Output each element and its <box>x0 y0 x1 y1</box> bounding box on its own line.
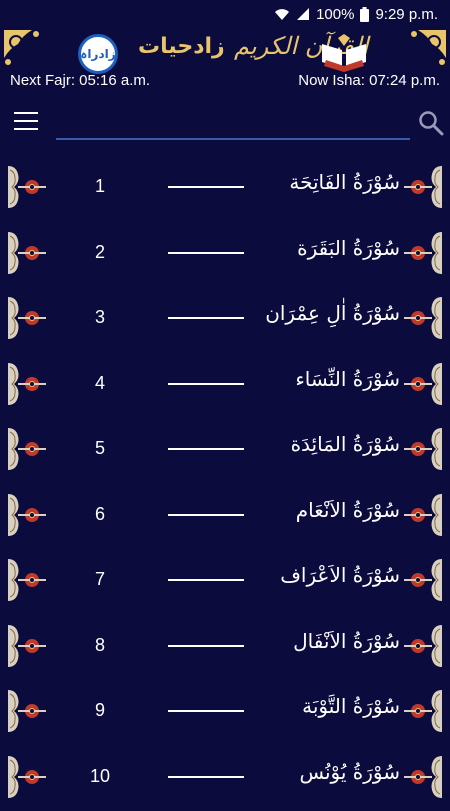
ornament-icon <box>402 424 444 474</box>
ornament-icon <box>402 621 444 671</box>
open-book-icon <box>318 32 370 72</box>
surah-number: 4 <box>70 373 130 394</box>
surah-name: سُوْرَةُ المَائِدَة <box>250 432 400 456</box>
surah-row[interactable]: 8 سُوْرَةُ الاَنْفَال <box>0 615 450 681</box>
separator-line <box>168 448 244 450</box>
surah-number: 5 <box>70 438 130 459</box>
surah-row[interactable]: 2 سُوْرَةُ البَقَرَة <box>0 222 450 288</box>
surah-row[interactable]: 6 سُوْرَةُ الاَنْعَام <box>0 484 450 550</box>
corner-ornament-icon <box>2 28 46 72</box>
separator-line <box>168 776 244 778</box>
surah-name: سُوْرَةُ النِّسَاء <box>250 367 400 391</box>
status-bar: 100% 9:29 p.m. <box>0 0 450 28</box>
ornament-icon <box>6 752 48 802</box>
search-toolbar <box>0 104 450 144</box>
battery-percent: 100% <box>316 6 354 23</box>
separator-line <box>168 579 244 581</box>
wifi-icon <box>274 7 290 21</box>
surah-number: 9 <box>70 700 130 721</box>
surah-number: 2 <box>70 242 130 263</box>
status-time: 9:29 p.m. <box>375 6 438 23</box>
battery-icon <box>360 7 369 22</box>
signal-icon <box>296 7 310 21</box>
ornament-icon <box>402 555 444 605</box>
separator-line <box>168 645 244 647</box>
prayer-times: Next Fajr: 05:16 a.m. Now Isha: 07:24 p.… <box>0 72 450 94</box>
search-icon[interactable] <box>418 110 444 136</box>
ornament-icon <box>402 359 444 409</box>
app-title: زادحیات <box>138 34 225 59</box>
separator-line <box>168 710 244 712</box>
surah-number: 1 <box>70 176 130 197</box>
separator-line <box>168 252 244 254</box>
ornament-icon <box>6 621 48 671</box>
surah-name: سُوْرَةُ التَّوْبَة <box>250 694 400 718</box>
surah-row[interactable]: 3 سُوْرَةُ اٰلِ عِمْرَان <box>0 287 450 353</box>
ornament-icon <box>6 424 48 474</box>
ornament-icon <box>402 490 444 540</box>
ornament-icon <box>6 293 48 343</box>
surah-name: سُوْرَةُ البَقَرَة <box>250 236 400 260</box>
ornament-icon <box>402 162 444 212</box>
surah-name: سُوْرَةُ اٰلِ عِمْرَان <box>250 301 400 325</box>
app-logo: زادراہ <box>78 34 118 74</box>
next-prayer: Next Fajr: 05:16 a.m. <box>10 72 150 94</box>
ornament-icon <box>6 686 48 736</box>
surah-name: سُوْرَةُ الاَعْرَاف <box>250 563 400 587</box>
separator-line <box>168 186 244 188</box>
surah-number: 8 <box>70 635 130 656</box>
ornament-icon <box>6 162 48 212</box>
ornament-icon <box>402 293 444 343</box>
search-input[interactable] <box>56 106 410 140</box>
surah-name: سُوْرَةُ الفَاتِحَة <box>250 170 400 194</box>
surah-name: سُوْرَةُ الاَنْفَال <box>250 629 400 653</box>
ornament-icon <box>402 228 444 278</box>
surah-name: سُوْرَةُ يُوْنُس <box>250 760 400 784</box>
current-prayer: Now Isha: 07:24 p.m. <box>298 72 440 94</box>
hamburger-menu-icon[interactable] <box>14 112 38 132</box>
surah-row[interactable]: 1 سُوْرَةُ الفَاتِحَة <box>0 156 450 222</box>
ornament-icon <box>6 490 48 540</box>
surah-number: 7 <box>70 569 130 590</box>
surah-row[interactable]: 4 سُوْرَةُ النِّسَاء <box>0 353 450 419</box>
corner-ornament-icon <box>404 28 448 72</box>
surah-row[interactable]: 5 سُوْرَةُ المَائِدَة <box>0 418 450 484</box>
surah-row[interactable]: 7 سُوْرَةُ الاَعْرَاف <box>0 549 450 615</box>
surah-number: 10 <box>70 766 130 787</box>
separator-line <box>168 383 244 385</box>
surah-row[interactable]: 9 سُوْرَةُ التَّوْبَة <box>0 680 450 746</box>
ornament-icon <box>402 686 444 736</box>
separator-line <box>168 317 244 319</box>
ornament-icon <box>6 359 48 409</box>
surah-row[interactable]: 10 سُوْرَةُ يُوْنُس <box>0 746 450 811</box>
separator-line <box>168 514 244 516</box>
surah-number: 6 <box>70 504 130 525</box>
surah-name: سُوْرَةُ الاَنْعَام <box>250 498 400 522</box>
surah-number: 3 <box>70 307 130 328</box>
ornament-icon <box>6 228 48 278</box>
ornament-icon <box>6 555 48 605</box>
ornament-icon <box>402 752 444 802</box>
surah-list: 1 سُوْرَةُ الفَاتِحَة 2 سُوْرَةُ البَقَرَة… <box>0 156 450 811</box>
